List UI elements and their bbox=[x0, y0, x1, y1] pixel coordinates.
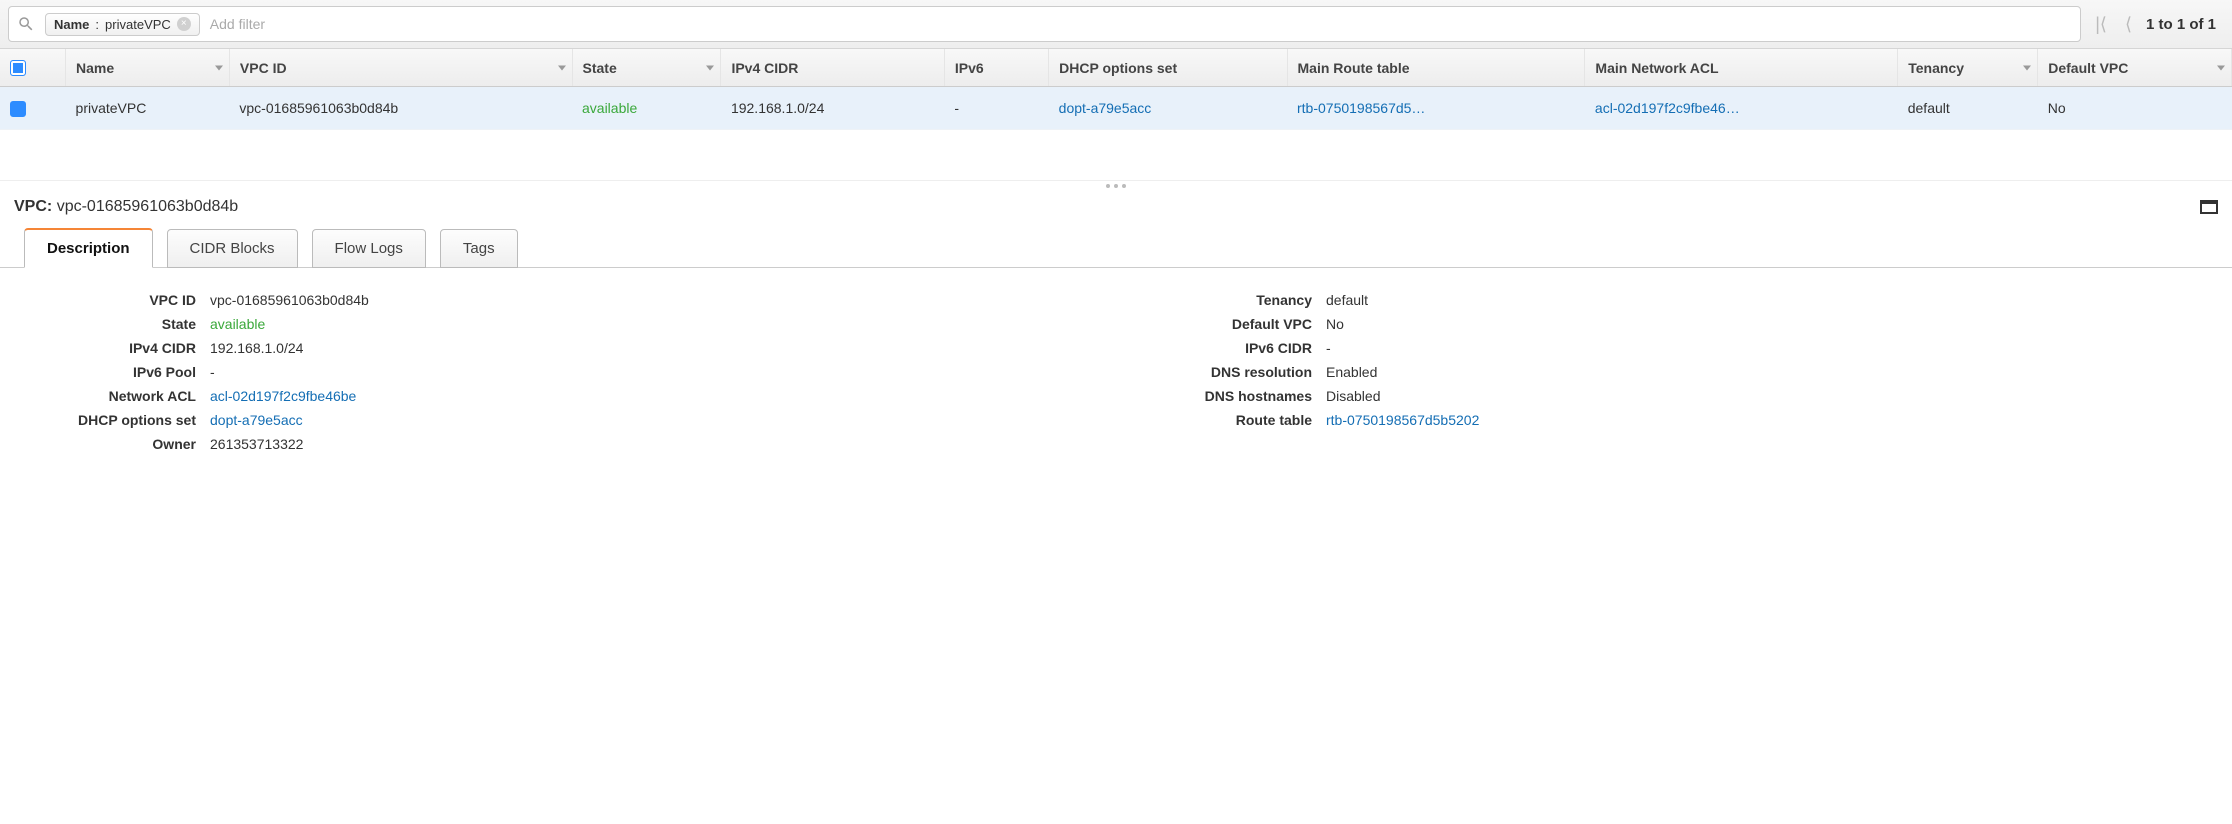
value-vpc-id: vpc-01685961063b0d84b bbox=[210, 292, 369, 308]
detail-col-left: VPC IDvpc-01685961063b0d84b Stateavailab… bbox=[30, 288, 1086, 456]
detail-title: VPC: vpc-01685961063b0d84b bbox=[14, 198, 238, 216]
cell-vpc-id: vpc-01685961063b0d84b bbox=[229, 87, 572, 129]
filter-chip-name[interactable]: Name : privateVPC × bbox=[45, 13, 200, 36]
filter-chip-key: Name bbox=[54, 17, 89, 32]
cell-ipv4: 192.168.1.0/24 bbox=[721, 87, 944, 129]
label-dhcp: DHCP options set bbox=[30, 412, 210, 428]
pager-prev-icon[interactable]: ⟨ bbox=[2121, 12, 2136, 37]
table-row[interactable]: privateVPC vpc-01685961063b0d84b availab… bbox=[0, 87, 2232, 129]
detail-body: VPC IDvpc-01685961063b0d84b Stateavailab… bbox=[0, 268, 2232, 476]
label-default-vpc: Default VPC bbox=[1146, 316, 1326, 332]
cell-name: privateVPC bbox=[66, 87, 230, 129]
label-dns-resolution: DNS resolution bbox=[1146, 364, 1326, 380]
add-filter-placeholder[interactable]: Add filter bbox=[210, 16, 2072, 32]
value-default-vpc: No bbox=[1326, 316, 1344, 332]
column-main-acl[interactable]: Main Network ACL bbox=[1585, 49, 1898, 87]
value-dhcp-link[interactable]: dopt-a79e5acc bbox=[210, 412, 303, 428]
column-state[interactable]: State bbox=[572, 49, 721, 87]
label-state: State bbox=[30, 316, 210, 332]
value-state: available bbox=[210, 316, 265, 332]
label-ipv6-pool: IPv6 Pool bbox=[30, 364, 210, 380]
cell-tenancy: default bbox=[1898, 87, 2038, 129]
value-route-table-link[interactable]: rtb-0750198567d5b5202 bbox=[1326, 412, 1479, 428]
cell-acl-link[interactable]: acl-02d197f2c9fbe46… bbox=[1585, 87, 1898, 129]
sort-icon bbox=[2217, 65, 2225, 70]
label-network-acl: Network ACL bbox=[30, 388, 210, 404]
select-all-checkbox[interactable] bbox=[10, 60, 26, 76]
filter-chip-sep: : bbox=[95, 17, 99, 32]
sort-icon bbox=[2023, 65, 2031, 70]
cell-route-link[interactable]: rtb-0750198567d5… bbox=[1287, 87, 1585, 129]
label-dns-hostnames: DNS hostnames bbox=[1146, 388, 1326, 404]
search-icon bbox=[17, 15, 35, 33]
filter-chip-value: privateVPC bbox=[105, 17, 171, 32]
value-tenancy: default bbox=[1326, 292, 1368, 308]
sort-icon bbox=[558, 65, 566, 70]
column-ipv6[interactable]: IPv6 bbox=[944, 49, 1048, 87]
tab-description[interactable]: Description bbox=[24, 228, 153, 268]
label-owner: Owner bbox=[30, 436, 210, 452]
sort-icon bbox=[706, 65, 714, 70]
column-tenancy[interactable]: Tenancy bbox=[1898, 49, 2038, 87]
column-checkbox[interactable] bbox=[0, 49, 66, 87]
column-default-vpc[interactable]: Default VPC bbox=[2038, 49, 2232, 87]
pager: |⟨ ⟨ 1 to 1 of 1 bbox=[2091, 12, 2224, 37]
cell-ipv6: - bbox=[944, 87, 1048, 129]
label-vpc-id: VPC ID bbox=[30, 292, 210, 308]
value-dns-resolution: Enabled bbox=[1326, 364, 1377, 380]
vpc-table: Name VPC ID State IPv4 CIDR IPv6 DHCP op… bbox=[0, 49, 2232, 130]
tab-flow-logs[interactable]: Flow Logs bbox=[312, 229, 426, 268]
cell-dhcp-link[interactable]: dopt-a79e5acc bbox=[1049, 87, 1287, 129]
detail-col-right: Tenancydefault Default VPCNo IPv6 CIDR- … bbox=[1146, 288, 2202, 456]
value-dns-hostnames: Disabled bbox=[1326, 388, 1380, 404]
maximize-pane-icon[interactable] bbox=[2200, 200, 2218, 214]
column-dhcp[interactable]: DHCP options set bbox=[1049, 49, 1287, 87]
filter-input-wrap[interactable]: Name : privateVPC × Add filter bbox=[8, 6, 2081, 42]
tab-cidr-blocks[interactable]: CIDR Blocks bbox=[167, 229, 298, 268]
split-resize-handle[interactable] bbox=[0, 180, 2232, 192]
label-route-table: Route table bbox=[1146, 412, 1326, 428]
label-tenancy: Tenancy bbox=[1146, 292, 1326, 308]
value-owner: 261353713322 bbox=[210, 436, 303, 452]
filter-bar: Name : privateVPC × Add filter |⟨ ⟨ 1 to… bbox=[0, 0, 2232, 49]
value-ipv6-cidr: - bbox=[1326, 340, 1331, 356]
column-ipv4[interactable]: IPv4 CIDR bbox=[721, 49, 944, 87]
value-ipv4: 192.168.1.0/24 bbox=[210, 340, 303, 356]
cell-default-vpc: No bbox=[2038, 87, 2232, 129]
label-ipv6-cidr: IPv6 CIDR bbox=[1146, 340, 1326, 356]
column-main-route[interactable]: Main Route table bbox=[1287, 49, 1585, 87]
column-vpc-id[interactable]: VPC ID bbox=[229, 49, 572, 87]
table-header-row: Name VPC ID State IPv4 CIDR IPv6 DHCP op… bbox=[0, 49, 2232, 87]
value-ipv6-pool: - bbox=[210, 364, 215, 380]
row-checkbox[interactable] bbox=[10, 101, 26, 117]
pager-count: 1 to 1 of 1 bbox=[2146, 16, 2216, 33]
label-ipv4: IPv4 CIDR bbox=[30, 340, 210, 356]
detail-header: VPC: vpc-01685961063b0d84b bbox=[0, 192, 2232, 224]
value-network-acl-link[interactable]: acl-02d197f2c9fbe46be bbox=[210, 388, 356, 404]
grip-dots-icon bbox=[1106, 184, 1126, 188]
column-name[interactable]: Name bbox=[66, 49, 230, 87]
cell-state: available bbox=[572, 87, 721, 129]
pager-first-icon[interactable]: |⟨ bbox=[2091, 12, 2111, 37]
detail-tabs: Description CIDR Blocks Flow Logs Tags bbox=[0, 224, 2232, 268]
sort-icon bbox=[215, 65, 223, 70]
tab-tags[interactable]: Tags bbox=[440, 229, 518, 268]
remove-filter-icon[interactable]: × bbox=[177, 17, 191, 31]
